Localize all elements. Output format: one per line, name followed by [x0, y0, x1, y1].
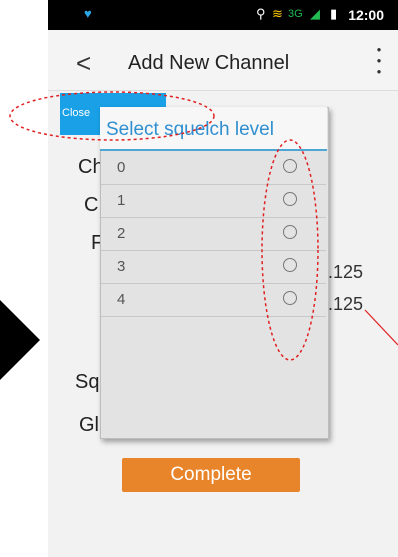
annotation-ellipse	[261, 139, 319, 361]
annotation-ellipse	[9, 91, 215, 141]
annotation-line	[364, 309, 398, 346]
annotation-overlay	[9, 91, 398, 361]
